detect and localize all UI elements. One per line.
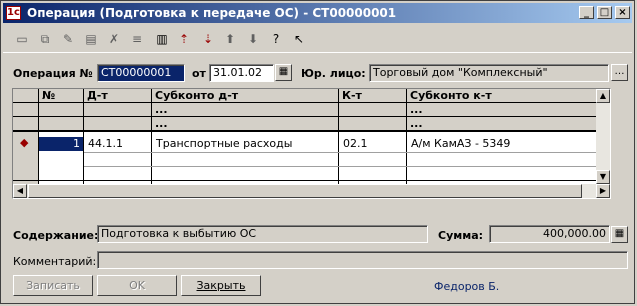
entity-select-button[interactable]: … (611, 64, 628, 81)
journal-icon[interactable]: ▥ (153, 30, 171, 48)
delete-row-icon[interactable]: ✗ (105, 30, 123, 48)
comment-label: Комментарий: (13, 255, 97, 268)
sum-label: Сумма: (438, 229, 484, 242)
header-debit[interactable]: Д-т (84, 89, 151, 103)
copy-row-icon[interactable]: ⧉ (36, 30, 54, 48)
save-button[interactable]: Записать (13, 275, 93, 296)
whats-this-icon[interactable]: ↖ (290, 30, 308, 48)
title-bar[interactable]: 1с Операция (Подготовка к передаче ОС) -… (3, 3, 632, 23)
content-field[interactable]: Подготовка к выбытию ОС (97, 225, 428, 243)
entity-label: Юр. лицо: (301, 67, 366, 80)
column-sub-credit: Субконто к-т ... ... А/м КамАЗ - 5349 (407, 89, 607, 198)
ok-button[interactable]: OK (97, 275, 177, 296)
comment-field[interactable] (97, 251, 628, 269)
window-title: Операция (Подготовка к передаче ОС) - СТ… (27, 6, 397, 20)
header-num[interactable]: № (39, 89, 83, 103)
horizontal-scrollbar[interactable]: ◀ ▶ (13, 184, 610, 198)
toolbar: ▭ ⧉ ✎ ▤ ✗ ≡ ▥ ⇡ ⇣ ⬆ ⬇ ? ↖ (3, 26, 632, 53)
table-cell-sub-credit[interactable]: А/м КамАЗ - 5349 (411, 137, 510, 151)
document-window: 1с Операция (Подготовка к передаче ОС) -… (0, 0, 635, 304)
header-sub-credit-3: ... (407, 117, 607, 131)
date-field[interactable]: 31.01.02 (209, 64, 274, 82)
header-sub-credit-2: ... (407, 103, 607, 117)
header-sub-debit[interactable]: Субконто д-т (152, 89, 338, 103)
calculator-icon[interactable]: ▦ (611, 226, 628, 243)
column-credit: К-т 02.1 (339, 89, 407, 198)
list-icon[interactable]: ≡ (128, 30, 146, 48)
row-marker-icon: ◆ (20, 136, 29, 149)
help-icon[interactable]: ? (267, 30, 285, 48)
header-sub-debit-3: ... (152, 117, 338, 131)
close-button[interactable]: × (615, 6, 630, 19)
scroll-right-button[interactable]: ▶ (596, 184, 610, 198)
op-number-label: Операция № (13, 67, 93, 80)
entity-field[interactable]: Торговый дом "Комплексный" (369, 64, 609, 82)
author-label: Федоров Б. (434, 280, 500, 293)
header-credit[interactable]: К-т (339, 89, 406, 103)
table-cell-credit[interactable]: 02.1 (343, 137, 368, 151)
sum-field[interactable]: 400,000.00 (489, 225, 610, 243)
scroll-up-button[interactable]: ▲ (596, 89, 610, 103)
move-down-icon[interactable]: ⇣ (199, 30, 217, 48)
edit-row-icon[interactable]: ✎ (59, 30, 77, 48)
table-cell-debit[interactable]: 44.1.1 (88, 137, 123, 151)
scroll-left-button[interactable]: ◀ (13, 184, 27, 198)
scroll-down-button[interactable]: ▼ (596, 170, 610, 184)
table-cell-sub-debit[interactable]: Транспортные расходы (156, 137, 292, 151)
new-row-icon[interactable]: ▭ (13, 30, 31, 48)
content-label: Содержание: (13, 229, 99, 242)
table-cell-num[interactable]: 1 (39, 137, 83, 151)
minimize-button[interactable]: _ (579, 6, 594, 19)
header-sub-debit-2: ... (152, 103, 338, 117)
move-up-icon[interactable]: ⇡ (175, 30, 193, 48)
header-sub-credit[interactable]: Субконто к-т (407, 89, 607, 103)
vertical-scrollbar[interactable]: ▲ ▼ (596, 89, 610, 184)
date-label: от (192, 67, 206, 80)
close-form-button[interactable]: Закрыть (181, 275, 261, 296)
maximize-button[interactable]: □ (597, 6, 612, 19)
column-sub-debit: Субконто д-т ... ... Транспортные расход… (152, 89, 339, 198)
add-folder-icon[interactable]: ▤ (82, 30, 100, 48)
op-number-field[interactable]: СТ00000001 (97, 64, 185, 82)
column-num: № 1 (39, 89, 84, 198)
scroll-thumb[interactable] (28, 184, 582, 198)
row-marker-column: ◆ (13, 89, 39, 198)
column-debit: Д-т 44.1.1 (84, 89, 152, 198)
arrow-up-icon[interactable]: ⬆ (221, 30, 239, 48)
calendar-icon[interactable]: ▦ (275, 64, 292, 81)
entries-table[interactable]: ◆ № 1 Д-т 44.1.1 Субконто д-т ... ... Тр… (12, 88, 611, 199)
arrow-down-icon[interactable]: ⬇ (244, 30, 262, 48)
app-icon: 1с (6, 6, 21, 20)
